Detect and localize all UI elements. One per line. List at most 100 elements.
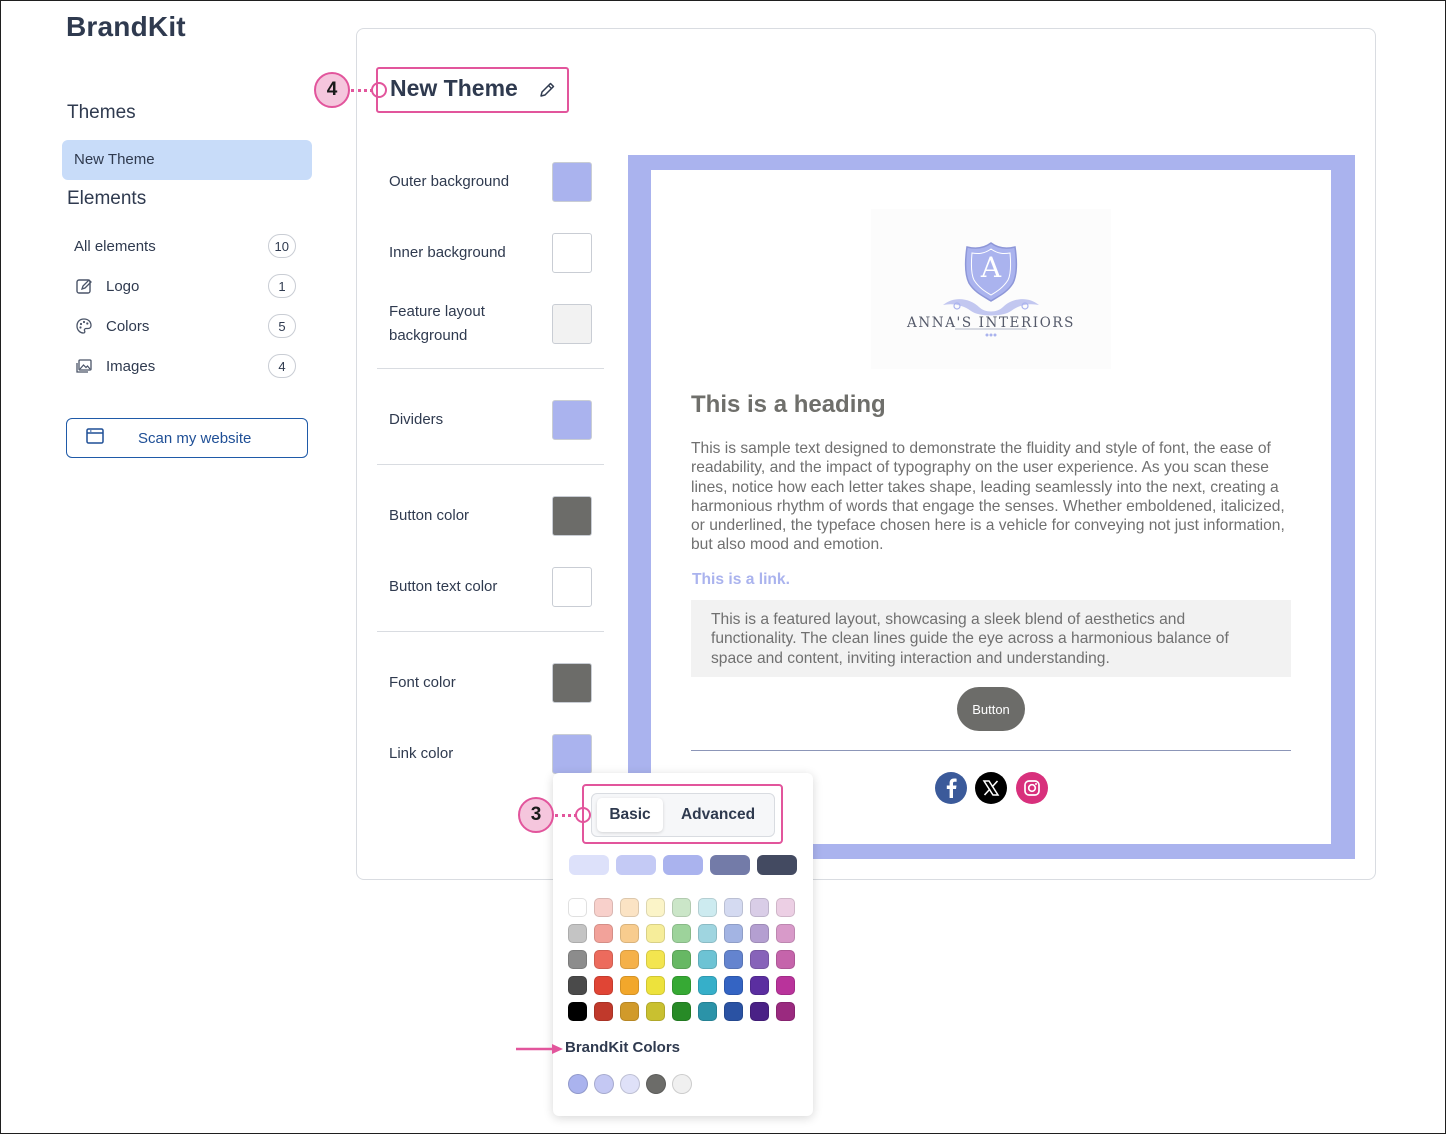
swatch-outer-background[interactable] xyxy=(552,162,592,202)
palette-swatch[interactable] xyxy=(620,924,639,943)
palette-swatch[interactable] xyxy=(698,1002,717,1021)
palette-swatch[interactable] xyxy=(672,976,691,995)
swatch-link-color[interactable] xyxy=(552,734,592,774)
palette-icon xyxy=(74,316,94,336)
scan-button-label: Scan my website xyxy=(138,429,252,447)
palette-swatch[interactable] xyxy=(724,976,743,995)
element-item-colors[interactable]: Colors 5 xyxy=(74,313,296,339)
palette-swatch[interactable] xyxy=(568,950,587,969)
base-shade-swatch[interactable] xyxy=(710,855,750,875)
swatch-dividers[interactable] xyxy=(552,400,592,440)
palette-swatch[interactable] xyxy=(698,976,717,995)
instagram-icon[interactable] xyxy=(1016,772,1048,804)
palette-swatch[interactable] xyxy=(568,1002,587,1021)
theme-item-new-theme[interactable]: New Theme xyxy=(62,140,312,180)
palette-swatch[interactable] xyxy=(724,898,743,917)
palette-swatch[interactable] xyxy=(724,924,743,943)
swatch-button-text-color[interactable] xyxy=(552,567,592,607)
palette-swatch[interactable] xyxy=(776,924,795,943)
scan-website-button[interactable]: Scan my website xyxy=(66,418,308,458)
palette-swatch[interactable] xyxy=(620,950,639,969)
settings-divider xyxy=(377,368,604,369)
swatch-button-color[interactable] xyxy=(552,496,592,536)
palette-swatch[interactable] xyxy=(646,1002,665,1021)
palette-swatch[interactable] xyxy=(672,898,691,917)
palette-swatch[interactable] xyxy=(750,1002,769,1021)
palette-swatch[interactable] xyxy=(620,976,639,995)
settings-divider xyxy=(377,464,604,465)
tab-advanced[interactable]: Advanced xyxy=(669,798,767,832)
x-icon[interactable] xyxy=(975,772,1007,804)
tab-basic[interactable]: Basic xyxy=(597,798,663,832)
swatch-feature-background[interactable] xyxy=(552,304,592,344)
element-item-all[interactable]: All elements 10 xyxy=(74,233,296,259)
setting-label-button-text-color: Button text color xyxy=(389,578,498,595)
palette-swatch[interactable] xyxy=(646,924,665,943)
setting-label-inner-background: Inner background xyxy=(389,244,506,261)
palette-swatch[interactable] xyxy=(568,898,587,917)
swatch-font-color[interactable] xyxy=(552,663,592,703)
feature-text: This is a featured layout, showcasing a … xyxy=(711,611,1229,667)
palette-swatch[interactable] xyxy=(620,898,639,917)
palette-swatch[interactable] xyxy=(750,950,769,969)
setting-label-link-color: Link color xyxy=(389,745,454,762)
base-shade-swatch[interactable] xyxy=(757,855,797,875)
palette-swatch[interactable] xyxy=(646,898,665,917)
brandkit-color-swatch[interactable] xyxy=(568,1074,588,1094)
setting-label-font-color: Font color xyxy=(389,674,456,691)
element-label: Colors xyxy=(106,317,150,335)
palette-swatch[interactable] xyxy=(594,950,613,969)
base-shade-swatch[interactable] xyxy=(663,855,703,875)
preview-button[interactable]: Button xyxy=(957,687,1025,731)
palette-swatch[interactable] xyxy=(594,898,613,917)
theme-title[interactable]: New Theme xyxy=(390,75,518,102)
palette-swatch[interactable] xyxy=(776,976,795,995)
setting-label-feature-background: Feature layout background xyxy=(389,303,485,344)
element-item-images[interactable]: Images 4 xyxy=(74,353,296,379)
palette-swatch[interactable] xyxy=(594,976,613,995)
brandkit-color-swatch[interactable] xyxy=(646,1074,666,1094)
palette-swatch[interactable] xyxy=(568,976,587,995)
palette-swatch[interactable] xyxy=(594,924,613,943)
callout-badge-3: 3 xyxy=(518,797,554,833)
palette-swatch[interactable] xyxy=(776,898,795,917)
base-shade-swatch[interactable] xyxy=(616,855,656,875)
logo-company-name: ANNA'S INTERIORS xyxy=(907,315,1075,331)
brandkit-color-swatch[interactable] xyxy=(620,1074,640,1094)
count-badge: 10 xyxy=(267,234,296,258)
palette-swatch[interactable] xyxy=(698,924,717,943)
images-icon xyxy=(74,356,94,376)
palette-swatch[interactable] xyxy=(750,898,769,917)
palette-swatch[interactable] xyxy=(672,924,691,943)
setting-label-button-color: Button color xyxy=(389,507,470,524)
palette-swatch[interactable] xyxy=(724,1002,743,1021)
facebook-icon[interactable] xyxy=(935,772,967,804)
preview-divider xyxy=(691,750,1291,751)
themes-heading: Themes xyxy=(67,102,136,123)
brandkit-color-swatch[interactable] xyxy=(672,1074,692,1094)
palette-swatch[interactable] xyxy=(568,924,587,943)
palette-swatch[interactable] xyxy=(620,1002,639,1021)
palette-swatch[interactable] xyxy=(672,1002,691,1021)
palette-swatch[interactable] xyxy=(750,976,769,995)
callout-connector xyxy=(555,814,577,817)
palette-swatch[interactable] xyxy=(698,898,717,917)
palette-swatch[interactable] xyxy=(646,950,665,969)
palette-swatch[interactable] xyxy=(750,924,769,943)
palette-swatch[interactable] xyxy=(776,1002,795,1021)
swatch-inner-background[interactable] xyxy=(552,233,592,273)
palette-swatch[interactable] xyxy=(672,950,691,969)
pencil-icon[interactable] xyxy=(537,80,557,100)
element-item-logo[interactable]: Logo 1 xyxy=(74,273,296,299)
brandkit-color-swatch[interactable] xyxy=(594,1074,614,1094)
elements-heading: Elements xyxy=(67,188,147,209)
palette-swatch[interactable] xyxy=(776,950,795,969)
setting-label-outer-background: Outer background xyxy=(389,173,510,190)
callout-badge-4: 4 xyxy=(314,72,350,108)
palette-swatch[interactable] xyxy=(724,950,743,969)
palette-swatch[interactable] xyxy=(594,1002,613,1021)
base-shade-swatch[interactable] xyxy=(569,855,609,875)
preview-link[interactable]: This is a link. xyxy=(692,571,790,589)
palette-swatch[interactable] xyxy=(698,950,717,969)
palette-swatch[interactable] xyxy=(646,976,665,995)
